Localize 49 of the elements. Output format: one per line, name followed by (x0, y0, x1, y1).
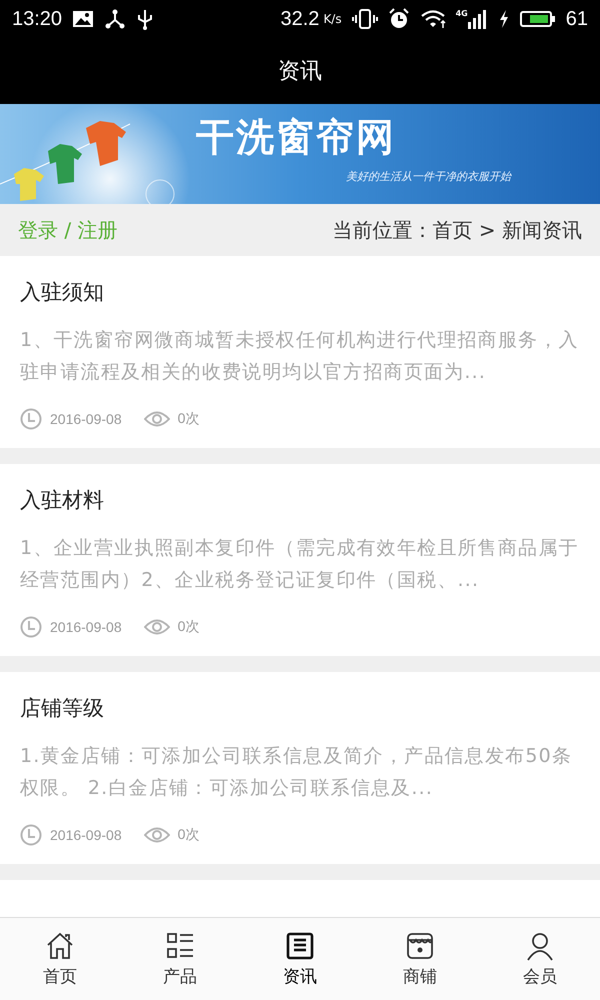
list-icon (165, 930, 195, 960)
eye-icon (144, 618, 170, 636)
clock-icon (20, 824, 42, 846)
tab[interactable]: 会员 (480, 918, 600, 1000)
clock-icon (20, 408, 42, 430)
alarm-icon (388, 8, 410, 30)
article-summary: 1.黄金店铺：可添加公司联系信息及简介，产品信息发布50条权限。 2.白金店铺：可添加公司联系信息及... (20, 744, 574, 801)
battery-percent: 61 (566, 8, 588, 30)
nodes-icon (104, 9, 126, 29)
article-date: 2016-09-08 (50, 827, 122, 843)
wifi-icon (420, 9, 446, 29)
article-summary: 1、企业营业执照副本复印件（需完成有效年检且所售商品属于经营范围内）2、企业税务登记证复印件（国税、... (20, 536, 580, 593)
breadcrumb-path: 当前位置：首页 > 新闻资讯 (332, 216, 582, 244)
eye-icon (144, 826, 170, 844)
banner-title: 干洗窗帘网 (196, 114, 397, 161)
article-title: 入驻须知 (20, 279, 105, 306)
network-speed: 32.2 (280, 8, 320, 30)
tab[interactable]: 商铺 (360, 918, 480, 1000)
signal-icon (468, 9, 488, 29)
home-icon (45, 930, 75, 960)
tab[interactable]: 资讯 (240, 918, 360, 1000)
article-summary: 1、干洗窗帘网微商城暂未授权任何机构进行代理招商服务，入驻申请流程及相关的收费说明均以官方招商页面为... (20, 328, 580, 385)
page-title: 资讯 (278, 58, 322, 86)
view-count: 0次 (178, 618, 200, 636)
image-icon (72, 10, 94, 28)
charging-icon (498, 9, 510, 29)
network-type: 4G (456, 9, 468, 18)
view-count: 0次 (178, 410, 200, 428)
article-title: 店铺等级 (20, 695, 105, 722)
clock-icon (20, 616, 42, 638)
view-count: 0次 (178, 826, 200, 844)
vibrate-icon (352, 9, 378, 29)
article-card[interactable]: 入驻须知 1、干洗窗帘网微商城暂未授权任何机构进行代理招商服务，入驻申请流程及相关的收费说明均以官方招商页面为... 2016-09-08 0次 (0, 256, 600, 448)
shop-icon (405, 930, 435, 960)
battery-icon (520, 10, 556, 28)
tab[interactable]: 首页 (0, 918, 120, 1000)
user-icon (525, 930, 555, 960)
article-card[interactable]: 店铺等级 1.黄金店铺：可添加公司联系信息及简介，产品信息发布50条权限。 2.白金店铺：可添加公司联系信息及... 2016-09-08 0次 (0, 672, 600, 864)
document-icon (285, 930, 315, 960)
usb-icon (136, 8, 154, 30)
banner-slogan: 美好的生活从一件干净的衣服开始 (346, 169, 511, 184)
tab[interactable]: 产品 (120, 918, 240, 1000)
clock-time: 13:20 (12, 8, 62, 30)
article-date: 2016-09-08 (50, 411, 122, 427)
article-title: 入驻材料 (20, 487, 105, 514)
speed-unit: K/s (323, 12, 342, 26)
article-card[interactable]: 入驻材料 1、企业营业执照副本复印件（需完成有效年检且所售商品属于经营范围内）2、企业税务登记证复印件（国税、... 2016-09-08 0次 (0, 464, 600, 656)
article-date: 2016-09-08 (50, 619, 122, 635)
eye-icon (144, 410, 170, 428)
